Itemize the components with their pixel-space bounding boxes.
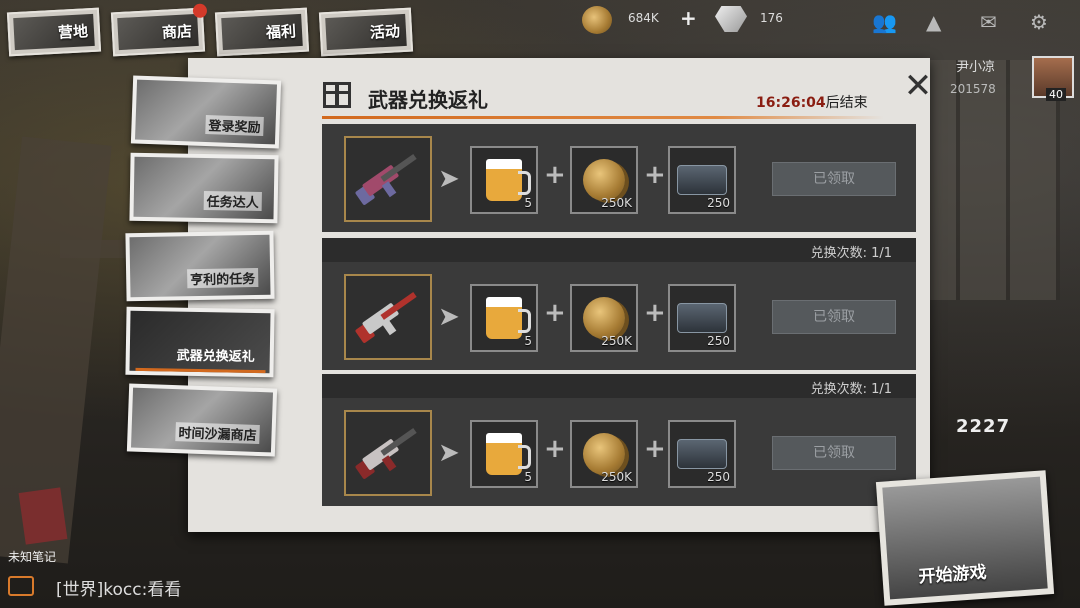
exchange-row: ➤ 5 + 250K + 250 已领取: [322, 398, 916, 506]
player-level: 40: [1046, 88, 1066, 101]
chat-icon[interactable]: [8, 576, 34, 596]
add-currency-button[interactable]: +: [680, 6, 697, 30]
side-menu-task-master[interactable]: 任务达人: [129, 152, 279, 224]
beer-icon: [486, 297, 531, 339]
nav-tab-camp[interactable]: 营地: [6, 7, 102, 57]
player-id: 201578: [950, 82, 996, 96]
reward-coin[interactable]: 250K: [570, 146, 638, 214]
gem-amount: 176: [760, 11, 783, 25]
nav-tab-shop[interactable]: 商店: [110, 3, 208, 57]
plus-icon: +: [544, 160, 566, 190]
notebook-label: 未知笔记: [8, 550, 57, 564]
claimed-button[interactable]: 已领取: [772, 436, 896, 470]
exchange-count: 兑换次数: 1/1: [322, 374, 916, 398]
plus-icon: +: [544, 434, 566, 464]
reward-chest[interactable]: 250: [668, 420, 736, 488]
claimed-button[interactable]: 已领取: [772, 162, 896, 196]
gift-icon: [323, 82, 351, 108]
chest-icon: [677, 165, 727, 195]
arrow-right-icon: ➤: [438, 302, 460, 332]
ranking-icon[interactable]: ▲: [926, 10, 941, 34]
reward-coin[interactable]: 250K: [570, 420, 638, 488]
player-name: 尹小凉: [956, 60, 996, 75]
side-menu-login-rewards[interactable]: 登录奖励: [130, 75, 282, 149]
reward-coin[interactable]: 250K: [570, 284, 638, 352]
rifle-icon: [348, 417, 428, 490]
reward-chest[interactable]: 250: [668, 146, 736, 214]
friends-icon[interactable]: 👥: [872, 10, 897, 34]
weapon-slot[interactable]: [344, 410, 432, 496]
panel-title: 武器兑换返礼: [368, 88, 488, 112]
rifle-icon: [348, 281, 428, 354]
mail-icon[interactable]: ✉: [980, 10, 997, 34]
arrow-right-icon: ➤: [438, 438, 460, 468]
close-button[interactable]: ✕: [898, 66, 938, 106]
chat-message[interactable]: [世界]kocc:看看: [56, 575, 181, 600]
side-menu-hourglass-shop[interactable]: 时间沙漏商店: [126, 383, 278, 457]
reward-beer[interactable]: 5: [470, 146, 538, 214]
settings-icon[interactable]: ⚙: [1030, 10, 1048, 34]
reward-chest[interactable]: 250: [668, 284, 736, 352]
rifle-icon: [348, 143, 428, 216]
nav-tab-events[interactable]: 活动: [318, 7, 414, 57]
nav-tab-welfare[interactable]: 福利: [214, 7, 310, 57]
beer-icon: [486, 159, 531, 201]
coin-icon: [583, 433, 625, 475]
event-timer: 16:26:04后结束: [756, 95, 868, 111]
exchange-row: ➤ 5 + 250K + 250 已领取: [322, 124, 916, 232]
weapon-slot[interactable]: [344, 136, 432, 222]
plus-icon: +: [544, 298, 566, 328]
start-game-button[interactable]: 开始游戏: [875, 470, 1055, 606]
title-divider: [322, 116, 884, 119]
coin-amount: 684K: [628, 11, 659, 25]
arrow-right-icon: ➤: [438, 164, 460, 194]
side-menu-henry-tasks[interactable]: 亨利的任务: [125, 230, 275, 302]
exchange-row: ➤ 5 + 250K + 250 已领取: [322, 262, 916, 370]
chest-icon: [677, 439, 727, 469]
beer-icon: [486, 433, 531, 475]
side-menu-weapon-exchange[interactable]: 武器兑换返礼: [125, 306, 275, 378]
claimed-button[interactable]: 已领取: [772, 300, 896, 334]
power-value: 2227: [956, 416, 1011, 437]
reward-beer[interactable]: 5: [470, 284, 538, 352]
reward-beer[interactable]: 5: [470, 420, 538, 488]
coin-icon: [583, 159, 625, 201]
weapon-slot[interactable]: [344, 274, 432, 360]
plus-icon: +: [644, 298, 666, 328]
plus-icon: +: [644, 434, 666, 464]
chest-icon: [677, 303, 727, 333]
exchange-count: 兑换次数: 1/1: [322, 238, 916, 262]
coin-icon: [583, 297, 625, 339]
coin-icon: [582, 6, 612, 34]
plus-icon: +: [644, 160, 666, 190]
notebook-icon[interactable]: [18, 487, 68, 545]
